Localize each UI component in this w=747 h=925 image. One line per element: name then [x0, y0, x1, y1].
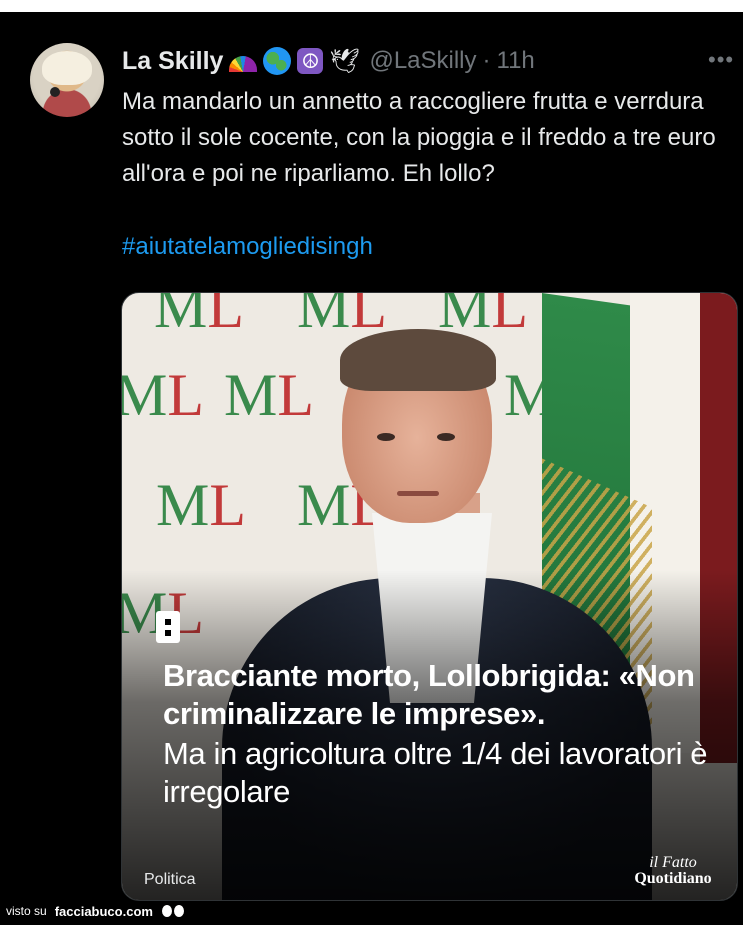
wall-logo: ML	[122, 362, 205, 428]
headline-bold: Bracciante morto, Lollobrigida: «Non cri…	[163, 658, 695, 731]
colon-logo-icon	[156, 611, 180, 643]
separator-dot: ·	[482, 47, 491, 74]
watermark-site: facciabuco.com	[54, 903, 153, 919]
avatar-hair	[42, 51, 92, 85]
peace-symbol-icon: ☮	[297, 48, 324, 74]
top-border	[0, 0, 747, 12]
watermark: visto su facciabuco.com	[6, 900, 185, 922]
article-category: Politica	[144, 871, 196, 888]
dove-icon: 🕊	[329, 47, 360, 75]
wall-logo: ML	[438, 292, 529, 340]
tweet-time[interactable]: 11h	[497, 47, 535, 75]
display-name[interactable]: La Skilly	[122, 47, 223, 76]
tweet-text: Ma mandarlo un annetto a raccogliere fru…	[122, 88, 716, 187]
wall-logo: ML	[297, 292, 388, 340]
avatar[interactable]	[30, 43, 104, 117]
eyes-icon	[160, 904, 185, 918]
more-options-icon[interactable]: •••	[708, 49, 734, 71]
globe-icon	[263, 47, 292, 75]
hashtag-link[interactable]: #aiutatelamogliedisingh	[122, 233, 373, 261]
avatar-microphone	[50, 87, 60, 97]
headline-regular: Ma in agricoltura oltre 1/4 dei lavorato…	[163, 736, 708, 809]
media-image[interactable]: ML ML ML ML ML ML ML ML ML Bracciante mo…	[121, 292, 738, 901]
wall-logo: ML	[154, 292, 245, 340]
article-headline: Bracciante morto, Lollobrigida: «Non cri…	[163, 657, 733, 811]
watermark-prefix: visto su	[6, 904, 47, 918]
rainbow-icon	[229, 56, 258, 72]
user-handle[interactable]: @LaSkilly	[369, 47, 476, 75]
source-logo: il Fatto Quotidiano	[634, 854, 712, 887]
tweet-header: La Skilly ☮ 🕊 @LaSkilly · 11h	[122, 44, 535, 78]
right-border	[743, 12, 747, 925]
